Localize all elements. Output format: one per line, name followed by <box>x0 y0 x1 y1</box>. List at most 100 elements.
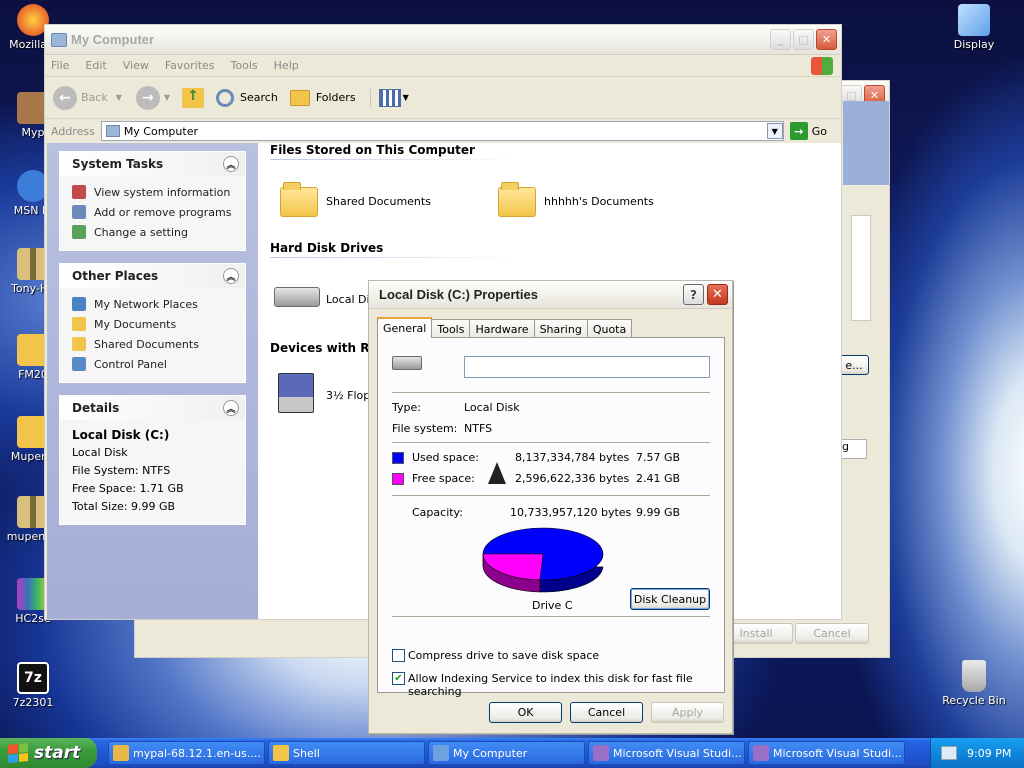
place-control-panel[interactable]: Control Panel <box>72 354 235 374</box>
menu-view[interactable]: View <box>123 59 149 72</box>
collapse-icon[interactable]: ︽ <box>223 268 239 284</box>
used-space-bytes: 8,137,334,784 bytes <box>515 451 630 464</box>
shared-documents-item[interactable]: Shared Documents <box>278 181 478 221</box>
menu-help[interactable]: Help <box>274 59 299 72</box>
other-places-header[interactable]: Other Places ︽ <box>60 264 245 288</box>
taskbar-task-visual-studio-2[interactable]: Microsoft Visual Studi... <box>748 741 905 765</box>
go-arrow-icon: → <box>789 122 808 140</box>
capacity-label: Capacity: <box>412 506 463 519</box>
place-label: Control Panel <box>94 357 167 371</box>
help-button[interactable]: ? <box>683 284 704 305</box>
task-view-system-info[interactable]: View system information <box>72 182 235 202</box>
address-input[interactable]: My Computer ▼ <box>100 121 784 141</box>
up-button[interactable]: ↑ <box>182 87 205 108</box>
menu-favorites[interactable]: Favorites <box>165 59 215 72</box>
ok-label: OK <box>517 706 534 719</box>
taskbar-task-visual-studio-1[interactable]: Microsoft Visual Studi... <box>588 741 745 765</box>
task-label: Microsoft Visual Studi... <box>613 746 742 760</box>
clock[interactable]: 9:09 PM <box>967 747 1011 760</box>
installer-cancel-button[interactable]: Cancel <box>795 623 869 644</box>
other-places-title: Other Places <box>72 269 159 283</box>
apply-button[interactable]: Apply <box>651 702 724 723</box>
up-folder-icon: ↑ <box>182 87 205 108</box>
desktop-icon-label: Display <box>953 38 995 51</box>
tab-general[interactable]: General <box>377 317 433 338</box>
taskbar-task-my-computer[interactable]: My Computer <box>428 741 585 765</box>
place-network[interactable]: My Network Places <box>72 294 235 314</box>
volume-label-input[interactable] <box>464 356 710 378</box>
tab-hardware[interactable]: Hardware <box>469 319 535 338</box>
views-button[interactable]: ▼ <box>369 88 409 107</box>
free-space-swatch <box>392 473 404 485</box>
details-header[interactable]: Details ︽ <box>60 396 245 420</box>
place-label: Shared Documents <box>94 337 199 351</box>
cancel-button[interactable]: Cancel <box>570 702 643 723</box>
collapse-icon[interactable]: ︽ <box>223 400 239 416</box>
go-button[interactable]: → Go <box>789 122 827 140</box>
cancel-label: Cancel <box>587 706 626 719</box>
task-label: Microsoft Visual Studi... <box>773 746 902 760</box>
system-tray: 9:09 PM <box>930 738 1024 768</box>
menu-file[interactable]: File <box>51 59 69 72</box>
back-button[interactable]: ← Back ▼ <box>53 85 122 110</box>
my-computer-icon <box>433 745 449 761</box>
background-window-field[interactable]: g <box>839 439 867 459</box>
place-label: My Documents <box>94 317 177 331</box>
tab-quota[interactable]: Quota <box>586 319 633 338</box>
used-space-gb: 7.57 GB <box>636 451 681 464</box>
item-label: hhhhh's Documents <box>544 195 654 208</box>
network-places-icon <box>72 297 86 311</box>
close-button[interactable]: ✕ <box>707 284 728 305</box>
menu-bar: File Edit View Favorites Tools Help <box>45 55 841 77</box>
task-pane: System Tasks ︽ View system information A… <box>47 143 258 619</box>
item-label: Shared Documents <box>326 195 431 208</box>
tab-tools[interactable]: Tools <box>431 319 471 338</box>
desktop-icon[interactable]: 7z 7z2301 <box>0 662 70 709</box>
system-tasks-title: System Tasks <box>72 157 164 171</box>
task-add-remove-programs[interactable]: Add or remove programs <box>72 202 235 222</box>
seven-zip-icon: 7z <box>17 662 49 694</box>
tab-sharing[interactable]: Sharing <box>533 319 588 338</box>
folder-icon <box>273 745 289 761</box>
folder-icon <box>72 337 86 351</box>
menu-tools[interactable]: Tools <box>231 59 258 72</box>
compress-checkbox[interactable] <box>392 649 405 662</box>
place-shared-documents[interactable]: Shared Documents <box>72 334 235 354</box>
place-my-documents[interactable]: My Documents <box>72 314 235 334</box>
details-line: File System: NTFS <box>72 464 171 477</box>
ok-button[interactable]: OK <box>489 702 562 723</box>
desktop-icon[interactable]: Recycle Bin <box>937 660 1011 707</box>
collapse-icon[interactable]: ︽ <box>223 156 239 172</box>
desktop-icon[interactable]: Display <box>937 4 1011 51</box>
capacity-bytes: 10,733,957,120 bytes <box>510 506 632 519</box>
type-value: Local Disk <box>464 401 520 414</box>
menu-edit[interactable]: Edit <box>85 59 106 72</box>
indexing-checkbox[interactable]: ✔ <box>392 672 405 685</box>
task-label: Shell <box>293 746 320 760</box>
disk-cleanup-button[interactable]: Disk Cleanup <box>630 588 710 610</box>
chevron-down-icon: ▼ <box>115 93 122 102</box>
taskbar-task-shell[interactable]: Shell <box>268 741 425 765</box>
user-documents-item[interactable]: hhhhh's Documents <box>496 181 696 221</box>
address-value: My Computer <box>123 124 198 138</box>
free-space-gb: 2.41 GB <box>636 472 681 485</box>
task-label: View system information <box>94 185 231 199</box>
network-tray-icon[interactable] <box>941 746 957 760</box>
dialog-titlebar[interactable]: Local Disk (C:) Properties ? ✕ <box>369 281 732 309</box>
folders-button[interactable]: Folders <box>289 89 356 106</box>
system-tasks-header[interactable]: System Tasks ︽ <box>60 152 245 176</box>
address-dropdown-button[interactable]: ▼ <box>766 123 783 139</box>
taskbar-task-mypal[interactable]: mypal-68.12.1.en-us.... <box>108 741 265 765</box>
search-button[interactable]: Search <box>216 88 278 107</box>
forward-button[interactable]: → ▼ <box>135 85 170 110</box>
minimize-button[interactable]: _ <box>770 29 791 50</box>
properties-dialog[interactable]: Local Disk (C:) Properties ? ✕ General T… <box>368 280 733 734</box>
browse-button[interactable]: e... <box>839 355 869 375</box>
close-button[interactable]: ✕ <box>816 29 837 50</box>
window-title: My Computer <box>71 32 155 47</box>
maximize-button[interactable]: □ <box>793 29 814 50</box>
used-space-swatch <box>392 452 404 464</box>
start-button[interactable]: start <box>0 738 97 768</box>
task-change-setting[interactable]: Change a setting <box>72 222 235 242</box>
explorer-titlebar[interactable]: My Computer _ □ ✕ <box>45 25 841 55</box>
